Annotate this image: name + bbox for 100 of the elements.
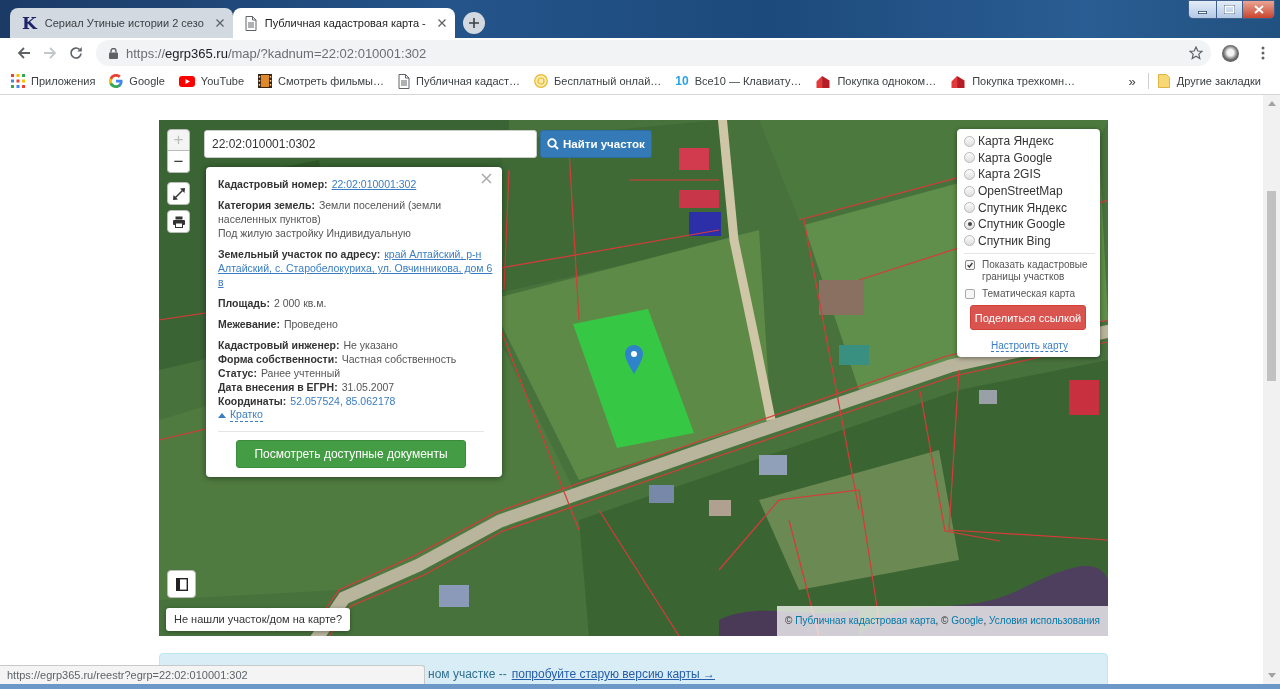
document-icon xyxy=(244,15,257,31)
play-button-icon xyxy=(178,74,195,88)
bookmarks-overflow-button[interactable]: » xyxy=(1126,73,1138,89)
parcel-detail-text: Статус: Ранее учтенный xyxy=(218,366,341,380)
plus-icon xyxy=(468,18,479,28)
back-arrow-icon[interactable] xyxy=(17,46,31,60)
checkbox-label[interactable]: Показать кадастровые границы участков xyxy=(982,259,1092,284)
browser-tab[interactable]: K Сериал Утиные истории 2 сезо xyxy=(10,8,233,38)
search-icon xyxy=(547,138,559,150)
house-icon xyxy=(815,74,832,88)
parcel-detail-link[interactable]: край Алтайский, р-н xyxy=(384,248,482,260)
lock-icon xyxy=(109,47,118,59)
reload-icon[interactable] xyxy=(69,46,83,60)
star-icon[interactable] xyxy=(1189,46,1203,60)
house-roof xyxy=(649,485,674,503)
not-found-prompt[interactable]: Не нашли участок/дом на карте? xyxy=(166,608,351,631)
bookmark-link[interactable]: Приложения xyxy=(11,74,96,88)
caret-up-icon xyxy=(218,412,226,418)
bookmark-link[interactable]: 10 Все10 — Клавиату… xyxy=(675,74,802,88)
old-map-link[interactable]: попробуйте старую версию карты → xyxy=(511,667,715,681)
legend-button[interactable] xyxy=(167,570,196,598)
radio-label[interactable]: Карта 2GIS xyxy=(978,167,1041,182)
close-window-button[interactable] xyxy=(1242,0,1275,19)
radio-button[interactable] xyxy=(964,235,975,247)
bookmark-link[interactable]: Покупка трехкомн… xyxy=(950,74,1076,88)
address-bar[interactable]: https://egrp365.ru/map/?kadnum=22:02:010001:302 xyxy=(96,40,1211,66)
scrollbar-thumb[interactable] xyxy=(1267,191,1276,381)
radio-label[interactable]: Спутник Bing xyxy=(978,233,1051,248)
parcel-detail-link[interactable]: в xyxy=(218,276,224,288)
radio-button[interactable] xyxy=(964,135,975,147)
house-roof xyxy=(679,190,719,208)
folder-icon xyxy=(1156,74,1171,88)
bookmark-link[interactable]: Google xyxy=(109,74,165,88)
radio-button[interactable] xyxy=(964,169,975,180)
parcel-detail-text: Координаты: 52.057524, 85.062178 xyxy=(218,394,396,408)
status-url-bar: https://egrp365.ru/reestr?egrp=22:02:010001:302 xyxy=(0,665,425,684)
find-parcel-button[interactable]: Найти участок xyxy=(540,130,652,158)
parcel-detail-text: Площадь: 2 000 кв.м. xyxy=(218,296,327,310)
bookmark-folder[interactable]: Другие закладки xyxy=(1156,74,1261,88)
close-icon[interactable] xyxy=(215,19,224,27)
bookmark-link[interactable]: Покупка одноком… xyxy=(815,74,937,88)
radio-button[interactable] xyxy=(964,202,975,214)
fullscreen-button[interactable] xyxy=(167,182,190,205)
house-roof xyxy=(679,148,709,170)
minimize-button[interactable] xyxy=(1188,0,1216,19)
checkbox[interactable] xyxy=(965,260,975,271)
close-icon[interactable] xyxy=(437,19,446,27)
house-roof xyxy=(709,500,731,516)
bookmark-link[interactable]: Смотреть фильмы… xyxy=(258,74,384,88)
radio-button[interactable] xyxy=(964,152,975,164)
zoom-out-button[interactable]: − xyxy=(167,151,190,173)
parcel-detail-text: Форма собственности: Частная собственность xyxy=(218,352,457,366)
configure-map-link[interactable]: Настроить карту xyxy=(991,340,1068,353)
parcel-detail-text: Дата внесения в ЕГРН: 31.05.2007 xyxy=(218,380,395,394)
new-tab-button[interactable] xyxy=(462,12,485,34)
location-pin-icon[interactable] xyxy=(625,345,643,374)
fullscreen-icon xyxy=(172,187,185,200)
share-link-button[interactable]: Поделиться ссылкой xyxy=(970,305,1086,331)
house-roof xyxy=(1069,380,1099,415)
parcel-detail-text: Кадастровый номер: 22:02:010001:302 xyxy=(218,177,417,191)
radio-label[interactable]: Спутник Google xyxy=(978,217,1066,232)
parcel-detail-link[interactable]: 22:02:010001:302 xyxy=(331,178,417,190)
house-roof xyxy=(839,345,869,365)
radio-label[interactable]: Карта Яндекс xyxy=(978,134,1054,149)
book-icon xyxy=(175,577,188,591)
printer-icon xyxy=(172,215,185,228)
document-icon xyxy=(398,73,410,89)
parcel-detail-text: Земельный участок по адресу: край Алтайский, р-н Алтайский, с. Старобелокуриха, ул. Овчинникова, дом 6 в xyxy=(218,247,493,289)
parcel-detail-link[interactable]: Алтайский, с. Старобелокуриха, ул. Овчинникова, дом 6 xyxy=(218,262,493,274)
radio-label[interactable]: Карта Google xyxy=(978,150,1053,165)
parcel-detail-text: Категория земель: Земли поселений (земли населенных пунктов) xyxy=(218,198,443,226)
maximize-button[interactable] xyxy=(1216,0,1242,19)
radio-label[interactable]: Спутник Яндекс xyxy=(978,200,1067,215)
favicon-letter: K xyxy=(22,14,37,32)
minimize-icon xyxy=(1198,11,1207,14)
bookmark-link[interactable]: Бесплатный онлай… xyxy=(534,74,662,88)
bookmark-link[interactable]: Публичная кадаст… xyxy=(398,73,521,89)
house-roof xyxy=(759,455,787,475)
apps-grid-icon xyxy=(11,74,25,88)
radio-label[interactable]: OpenStreetMap xyxy=(978,184,1063,199)
map-attribution: © Публичная кадастровая карта, © Google, Условия использования xyxy=(777,606,1108,636)
film-strip-icon xyxy=(258,74,273,88)
house-icon xyxy=(950,74,967,88)
menu-icon[interactable] xyxy=(1261,46,1265,60)
bookmark-link[interactable]: YouTube xyxy=(178,74,245,88)
coin-icon xyxy=(534,74,549,88)
g-logo-icon xyxy=(109,74,124,88)
radio-button[interactable] xyxy=(964,185,975,197)
house-roof xyxy=(979,390,997,404)
search-field[interactable]: 22:02:010001:0302 xyxy=(204,130,537,158)
parcel-detail-text: Кадастровый инженер: Не указано xyxy=(218,338,398,352)
browser-tab[interactable]: Публичная кадастровая карта - xyxy=(232,8,455,38)
profile-avatar[interactable] xyxy=(1222,44,1239,62)
print-button[interactable] xyxy=(167,210,190,233)
collapse-link[interactable]: Кратко xyxy=(218,408,263,422)
checkbox[interactable] xyxy=(965,289,975,300)
radio-button[interactable] xyxy=(964,218,975,230)
checkbox-label[interactable]: Тематическая карта xyxy=(982,288,1092,301)
house-roof xyxy=(439,585,469,607)
banner-text: ном участке -- попробуйте старую версию карты → xyxy=(428,666,716,682)
